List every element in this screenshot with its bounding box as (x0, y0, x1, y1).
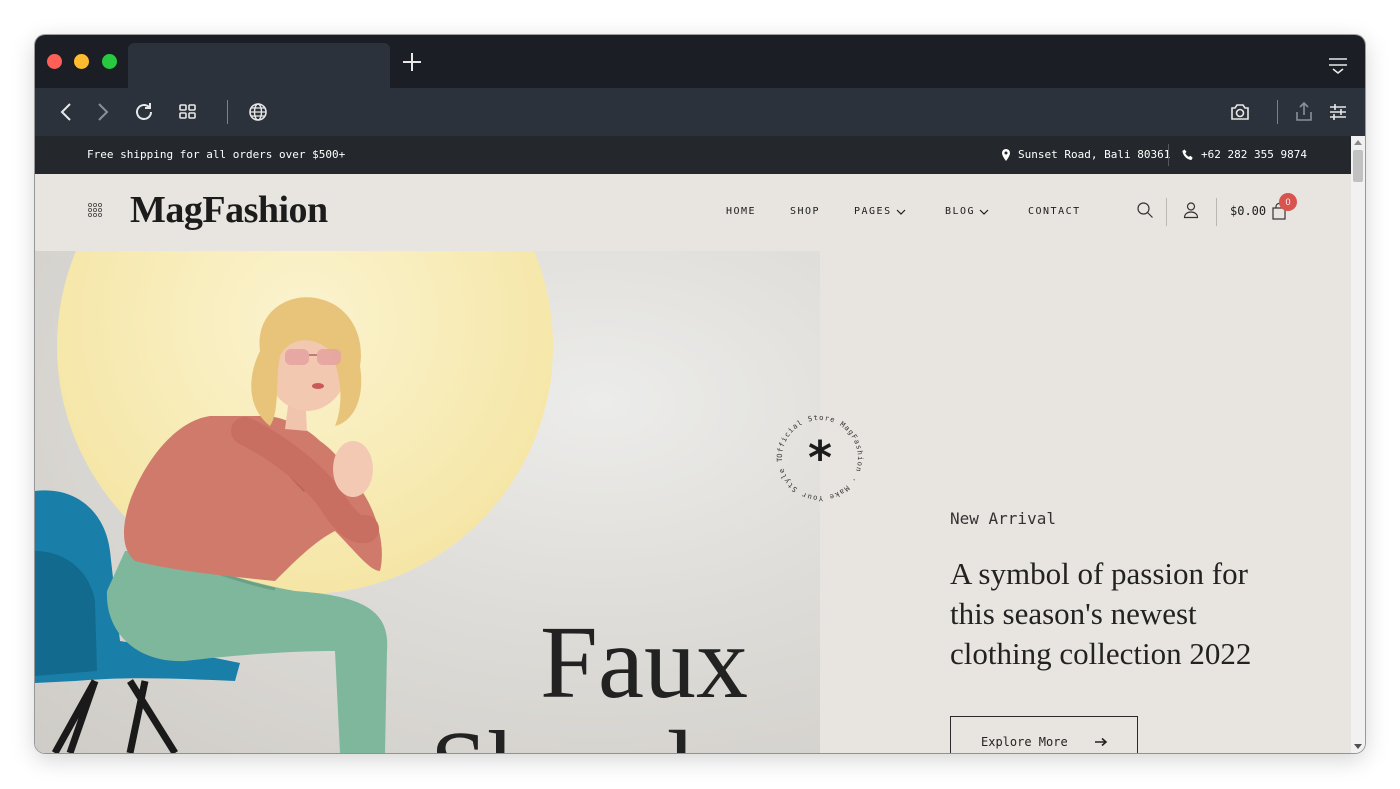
camera-icon[interactable] (1228, 100, 1252, 124)
close-window-button[interactable] (47, 54, 62, 69)
hero-eyebrow: New Arrival (950, 509, 1056, 528)
nav-blog-label: BLOG (945, 206, 976, 217)
site-header: MagFashion HOME SHOP PAGES BLOG CONTACT (35, 174, 1351, 251)
store-address: Sunset Road, Bali 80361 (1001, 148, 1170, 161)
nav-home[interactable]: HOME (726, 206, 756, 217)
header-divider-2 (1216, 198, 1217, 226)
nav-pages-label: PAGES (854, 206, 892, 217)
scroll-up-arrow[interactable] (1354, 140, 1362, 145)
nav-shop[interactable]: SHOP (790, 206, 820, 217)
tab-menu-icon[interactable] (1327, 55, 1349, 75)
toolbar-divider-right (1277, 100, 1278, 124)
hero-big-title-line2: Shearl (430, 716, 696, 754)
nav-pages[interactable]: PAGES (854, 206, 906, 217)
globe-icon[interactable] (246, 100, 270, 124)
back-icon[interactable] (55, 100, 79, 124)
toolbar-divider (227, 100, 228, 124)
tab-overview-icon[interactable] (176, 100, 200, 124)
minimize-window-button[interactable] (74, 54, 89, 69)
menu-grid-icon[interactable] (87, 202, 103, 218)
nav-contact-label: CONTACT (1028, 206, 1081, 217)
badge-asterisk: * (808, 431, 832, 485)
shipping-notice: Free shipping for all orders over $500+ (87, 148, 346, 161)
settings-sliders-icon[interactable] (1326, 100, 1350, 124)
nav-blog[interactable]: BLOG (945, 206, 989, 217)
browser-toolbar (35, 88, 1365, 136)
explore-more-label: Explore More (981, 735, 1068, 749)
chevron-down-icon (979, 209, 989, 215)
hero-content-panel (820, 251, 1351, 753)
nav-contact[interactable]: CONTACT (1028, 206, 1081, 217)
forward-icon[interactable] (90, 100, 114, 124)
top-info-bar: Free shipping for all orders over $500+ … (35, 136, 1351, 174)
user-account-icon[interactable] (1182, 201, 1200, 219)
active-tab[interactable] (128, 43, 390, 88)
reload-icon[interactable] (132, 100, 156, 124)
scroll-thumb[interactable] (1353, 150, 1363, 182)
phone-icon (1182, 149, 1193, 160)
arrow-right-icon (1095, 737, 1108, 747)
store-phone[interactable]: +62 282 355 9874 (1182, 148, 1307, 161)
cart-total[interactable]: $0.00 (1230, 204, 1266, 218)
hero-headline: A symbol of passion for this season's ne… (950, 556, 1252, 671)
nav-shop-label: SHOP (790, 206, 821, 217)
address-text: Sunset Road, Bali 80361 (1018, 148, 1171, 161)
tab-bar (35, 35, 1365, 88)
info-divider (1168, 144, 1169, 166)
phone-text: +62 282 355 9874 (1201, 148, 1307, 161)
scroll-down-arrow[interactable] (1354, 744, 1362, 749)
page-viewport: Free shipping for all orders over $500+ … (35, 136, 1351, 753)
new-tab-icon[interactable] (400, 50, 424, 74)
header-divider (1166, 198, 1167, 226)
hero-big-title: Faux (540, 605, 748, 720)
share-icon[interactable] (1292, 100, 1316, 124)
maximize-window-button[interactable] (102, 54, 117, 69)
explore-more-button[interactable]: Explore More (950, 716, 1138, 753)
browser-window: Free shipping for all orders over $500+ … (35, 35, 1365, 753)
location-pin-icon (1002, 148, 1010, 161)
nav-home-label: HOME (726, 206, 757, 217)
site-logo[interactable]: MagFashion (130, 188, 328, 232)
page-scrollbar[interactable] (1351, 136, 1365, 753)
chevron-down-icon (896, 209, 906, 215)
official-store-badge: Official Store MagFashion · Make Your St… (770, 408, 864, 503)
cart-count-badge: 0 (1279, 193, 1297, 211)
search-icon[interactable] (1136, 201, 1154, 219)
